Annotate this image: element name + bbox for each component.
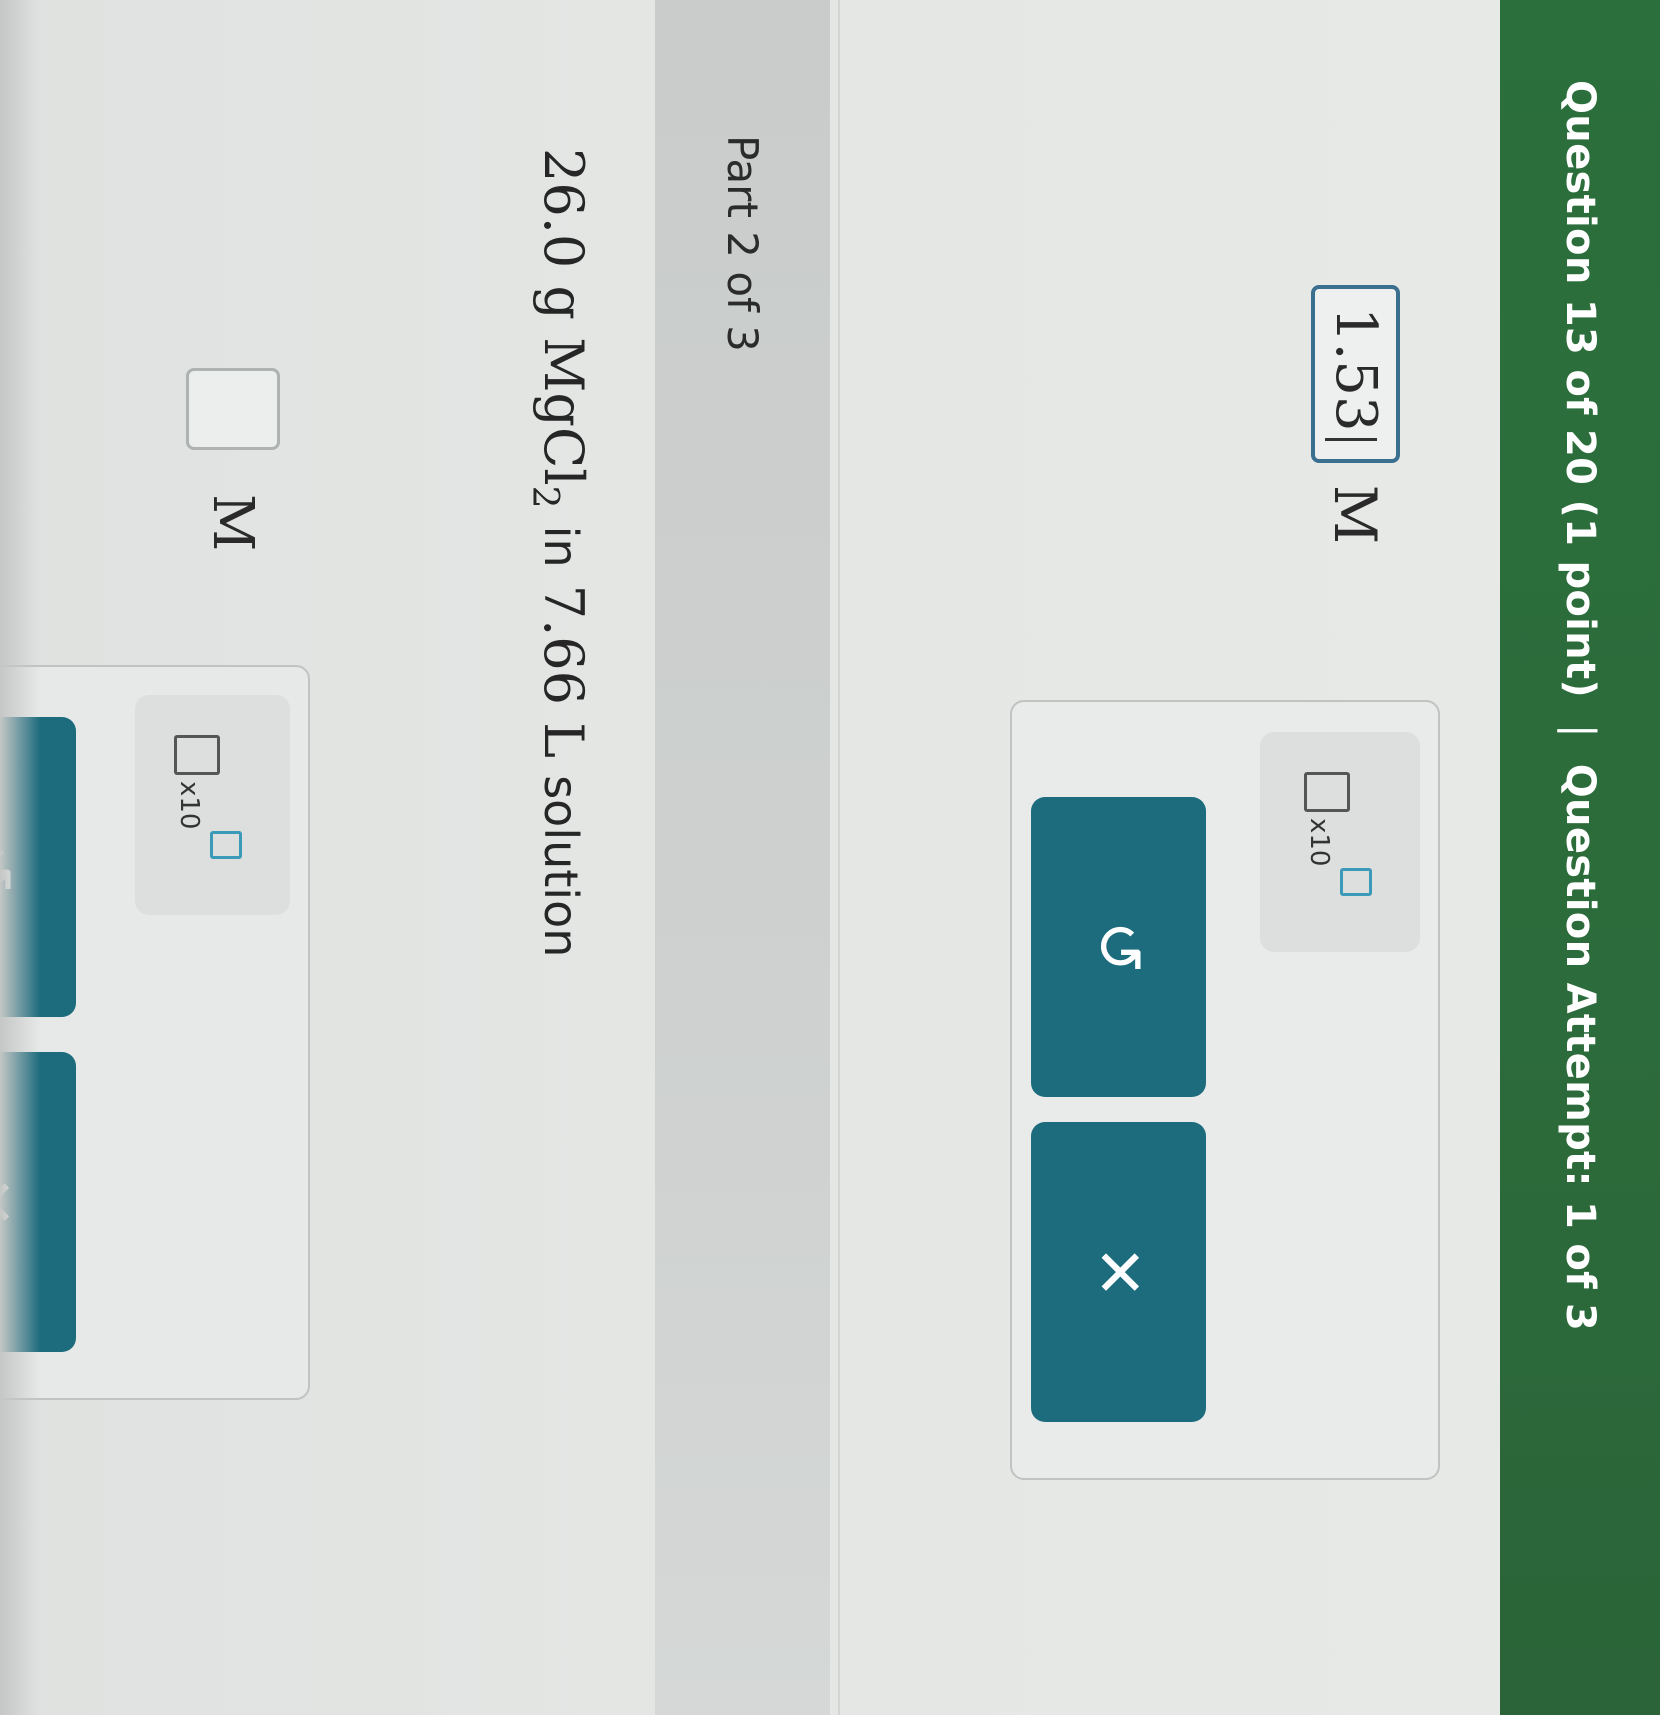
part2-unit-label: M (200, 494, 266, 552)
part-label: Part 2 of 3 (718, 135, 767, 352)
part2-header: Part 2 of 3 (655, 0, 830, 1715)
part1-scientific-notation-button[interactable]: x10 (1260, 732, 1420, 952)
close-icon: ✕ (1083, 1245, 1155, 1299)
part1-undo-button[interactable]: ↺ (1031, 797, 1206, 1097)
part1-answer-tools: x10 ↺ ✕ (1010, 700, 1440, 1480)
part1-answer-input[interactable]: 1.53 (1311, 285, 1400, 463)
formula-main: MgCl (532, 337, 595, 486)
text-cursor (1325, 437, 1378, 441)
x10-label: x10 (1304, 818, 1334, 867)
undo-icon: ↺ (1083, 920, 1155, 974)
part2-problem-statement: 26.0 g MgCl2 in 7.66 L solution (524, 148, 595, 957)
question-number: Question 13 of 20 (1 point) (1557, 80, 1603, 698)
exponent-placeholder (210, 831, 242, 859)
problem-amount: 26.0 g (532, 148, 595, 320)
part1-answer-row: 1.53 M (1311, 285, 1400, 544)
section-divider (838, 0, 840, 1715)
part2-answer-row: M (186, 368, 280, 551)
question-header: Question 13 of 20 (1 point) | Question A… (1500, 0, 1660, 1715)
screen: Question 13 of 20 (1 point) | Question A… (0, 0, 1660, 1715)
base-placeholder (174, 735, 220, 775)
part2-answer-input[interactable] (186, 368, 280, 450)
problem-in: in (534, 525, 588, 568)
part1-unit-label: M (1321, 484, 1390, 545)
part2-scientific-notation-button[interactable]: x10 (135, 695, 290, 915)
part1-clear-button[interactable]: ✕ (1031, 1122, 1206, 1422)
exponent-placeholder (1340, 868, 1372, 896)
x10-label: x10 (174, 781, 204, 830)
scientific-notation-icon: x10 (1290, 772, 1380, 922)
problem-formula: MgCl2 (524, 337, 595, 508)
problem-tail: solution (534, 775, 588, 958)
formula-subscript: 2 (524, 485, 566, 509)
scientific-notation-icon: x10 (160, 735, 250, 885)
base-placeholder (1304, 772, 1350, 812)
attempt-counter: Question Attempt: 1 of 3 (1557, 763, 1603, 1332)
part1-answer-value: 1.53 (1323, 307, 1388, 432)
screen-edge-shadow (0, 0, 40, 1715)
problem-volume: 7.66 L (532, 584, 595, 759)
page: Question 13 of 20 (1 point) | Question A… (0, 0, 1660, 1715)
part2-answer-tools: x10 ↺ ✕ (0, 665, 310, 1400)
header-separator: | (1557, 723, 1603, 738)
